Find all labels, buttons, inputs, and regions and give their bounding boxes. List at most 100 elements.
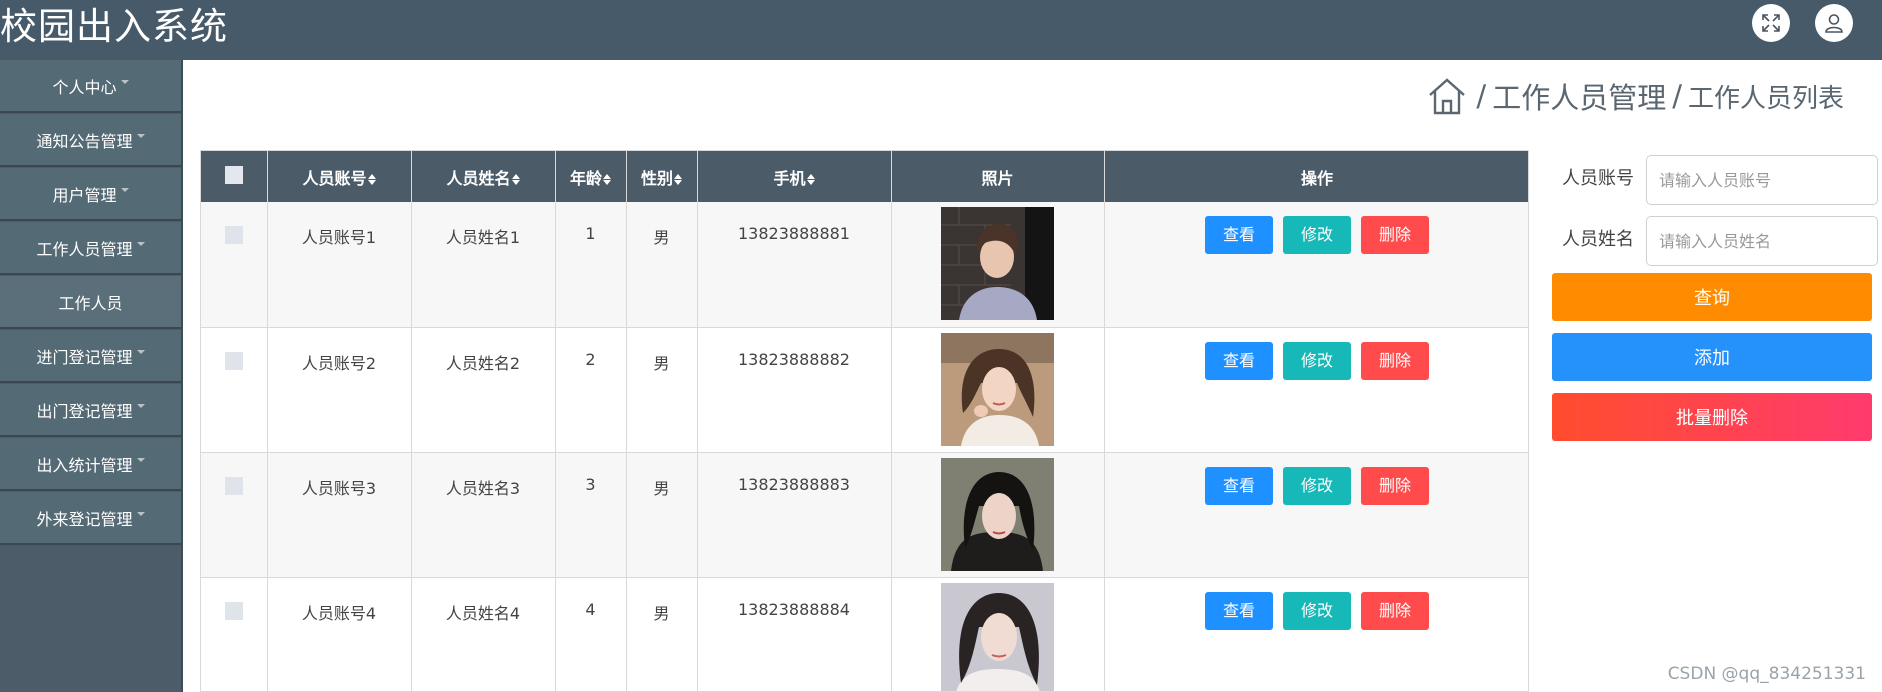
sidebar-item-label: 出门登记管理 xyxy=(36,401,133,421)
account-filter: 人员账号 xyxy=(1550,150,1878,205)
fullscreen-icon[interactable] xyxy=(1752,4,1790,42)
breadcrumb-separator: / xyxy=(1672,79,1682,113)
caret-down-icon xyxy=(136,133,145,138)
column-header-account[interactable]: 人员账号 xyxy=(267,151,412,202)
edit-button[interactable]: 修改 xyxy=(1283,466,1351,505)
caret-down-icon xyxy=(120,187,129,192)
column-header-actions: 操作 xyxy=(1104,151,1528,202)
sidebar-item-label: 出入统计管理 xyxy=(36,455,133,475)
delete-button[interactable]: 删除 xyxy=(1361,591,1429,630)
delete-button[interactable]: 删除 xyxy=(1361,466,1429,505)
staff-photo xyxy=(941,582,1054,691)
cell-account: 人员账号3 xyxy=(267,452,412,578)
sidebar-item-staff-management[interactable]: 工作人员管理 xyxy=(0,222,181,275)
delete-button[interactable]: 删除 xyxy=(1361,216,1429,254)
sidebar-item-access-statistics[interactable]: 出入统计管理 xyxy=(0,438,181,491)
sidebar-item-user-management[interactable]: 用户管理 xyxy=(0,168,181,221)
staff-table: 人员账号 人员姓名 年龄 性别 手机 照片 操作 人员账号1 人员姓名1 1 男… xyxy=(200,150,1529,692)
table-row: 人员账号4 人员姓名4 4 男 13823888884 查看 修改 删除 xyxy=(201,577,1528,691)
breadcrumb: / 工作人员管理 / 工作人员列表 xyxy=(1426,75,1844,117)
edit-button[interactable]: 修改 xyxy=(1283,591,1351,630)
view-button[interactable]: 查看 xyxy=(1205,341,1273,380)
home-icon[interactable] xyxy=(1426,75,1468,117)
caret-down-icon xyxy=(136,457,145,462)
search-panel: 人员账号 人员姓名 查询 添加 批量删除 xyxy=(1550,150,1878,453)
cell-gender: 男 xyxy=(626,202,698,328)
column-header-label: 人员姓名 xyxy=(446,168,511,188)
sidebar-item-visitor-registration[interactable]: 外来登记管理 xyxy=(0,492,181,545)
select-all-checkbox[interactable] xyxy=(224,165,243,184)
column-header-label: 年龄 xyxy=(569,168,602,188)
breadcrumb-separator: / xyxy=(1476,79,1487,113)
row-checkbox[interactable] xyxy=(224,226,243,244)
column-header-gender[interactable]: 性别 xyxy=(626,151,698,202)
sidebar-item-label: 外来登记管理 xyxy=(36,509,133,529)
edit-button[interactable]: 修改 xyxy=(1283,341,1351,380)
column-header-photo: 照片 xyxy=(891,151,1105,202)
sidebar: 个人中心 通知公告管理 用户管理 工作人员管理 工作人员 进门登记管理 出门登记… xyxy=(0,60,183,692)
sidebar-item-label: 个人中心 xyxy=(52,77,117,97)
view-button[interactable]: 查看 xyxy=(1205,466,1273,505)
bulk-delete-button[interactable]: 批量删除 xyxy=(1552,393,1872,441)
cell-gender: 男 xyxy=(626,452,698,578)
select-all-header[interactable] xyxy=(201,151,268,202)
table-row: 人员账号1 人员姓名1 1 男 13823888881 查看修改 删除 xyxy=(201,202,1528,328)
cell-phone: 13823888884 xyxy=(697,577,892,691)
cell-account: 人员账号2 xyxy=(267,327,412,453)
staff-photo xyxy=(941,207,1054,320)
view-button[interactable]: 查看 xyxy=(1205,216,1273,254)
caret-down-icon xyxy=(136,241,145,246)
column-header-label: 人员账号 xyxy=(302,168,367,188)
sidebar-item-label: 通知公告管理 xyxy=(36,131,133,151)
column-header-age[interactable]: 年龄 xyxy=(555,151,627,202)
caret-down-icon xyxy=(136,349,145,354)
name-input[interactable] xyxy=(1646,216,1878,266)
cell-phone: 13823888883 xyxy=(697,452,892,578)
name-label: 人员姓名 xyxy=(1562,229,1634,250)
cell-name: 人员姓名2 xyxy=(411,327,556,453)
sort-icon[interactable] xyxy=(603,173,611,185)
column-header-name[interactable]: 人员姓名 xyxy=(411,151,556,202)
sidebar-item-label: 用户管理 xyxy=(52,185,117,205)
sidebar-item-exit-registration[interactable]: 出门登记管理 xyxy=(0,384,181,437)
sidebar-item-notice-management[interactable]: 通知公告管理 xyxy=(0,114,181,167)
account-input[interactable] xyxy=(1646,155,1878,205)
staff-photo xyxy=(941,457,1054,571)
cell-age: 2 xyxy=(555,327,627,453)
sort-icon[interactable] xyxy=(674,173,682,185)
row-checkbox[interactable] xyxy=(224,476,243,495)
sidebar-item-entry-registration[interactable]: 进门登记管理 xyxy=(0,330,181,383)
breadcrumb-current-page: 工作人员列表 xyxy=(1687,83,1844,114)
top-bar: 校园出入系统 xyxy=(0,0,1882,60)
sort-icon[interactable] xyxy=(511,173,520,185)
cell-name: 人员姓名3 xyxy=(411,452,556,578)
app-title: 校园出入系统 xyxy=(0,5,228,48)
staff-photo xyxy=(941,332,1054,446)
cell-account: 人员账号1 xyxy=(267,202,412,328)
cell-name: 人员姓名4 xyxy=(411,577,556,691)
edit-button[interactable]: 修改 xyxy=(1283,216,1351,254)
row-checkbox[interactable] xyxy=(224,351,243,370)
watermark: CSDN @qq_834251331 xyxy=(1667,664,1866,684)
cell-phone: 13823888882 xyxy=(697,327,892,453)
delete-button[interactable]: 删除 xyxy=(1361,341,1429,380)
sort-icon[interactable] xyxy=(367,173,376,185)
breadcrumb-section[interactable]: 工作人员管理 xyxy=(1492,75,1666,117)
user-icon[interactable] xyxy=(1815,4,1853,42)
cell-gender: 男 xyxy=(626,327,698,453)
view-button[interactable]: 查看 xyxy=(1205,591,1273,630)
sort-icon[interactable] xyxy=(806,173,815,185)
search-button[interactable]: 查询 xyxy=(1552,273,1872,321)
column-header-phone[interactable]: 手机 xyxy=(697,151,892,202)
add-button[interactable]: 添加 xyxy=(1552,333,1872,381)
column-header-label: 手机 xyxy=(773,168,806,188)
sidebar-item-label: 工作人员管理 xyxy=(36,239,133,259)
sidebar-item-personal-center[interactable]: 个人中心 xyxy=(0,60,181,113)
cell-age: 4 xyxy=(555,577,627,691)
cell-gender: 男 xyxy=(626,577,698,691)
column-header-label: 性别 xyxy=(640,168,673,188)
account-label: 人员账号 xyxy=(1562,168,1634,189)
row-checkbox[interactable] xyxy=(224,601,243,620)
sidebar-item-label: 进门登记管理 xyxy=(36,347,133,367)
sidebar-subitem-staff[interactable]: 工作人员 xyxy=(0,276,181,329)
